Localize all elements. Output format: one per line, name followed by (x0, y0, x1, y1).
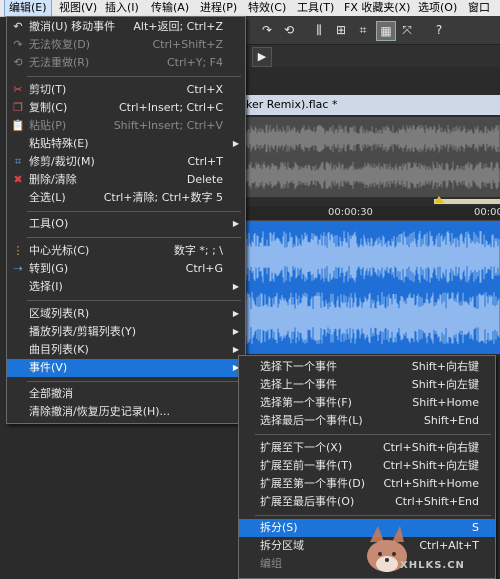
menu-tools[interactable]: 工具(T) (293, 0, 338, 16)
menu-edit[interactable]: 编辑(E) (4, 0, 52, 17)
submenu-arrow-icon: ▶ (232, 139, 239, 148)
redo-icon: ↷ (13, 38, 23, 51)
menu-item-clear-history[interactable]: 清除撤消/恢复历史记录(H)... (7, 403, 245, 421)
menu-window[interactable]: 窗口 (464, 0, 494, 16)
menu-item-events[interactable]: 事件(V) ▶ (7, 359, 245, 377)
menu-item-track-list[interactable]: 曲目列表(K) ▶ (7, 341, 245, 359)
submenu-arrow-icon: ▶ (232, 327, 239, 336)
menu-item-trim-crop[interactable]: ⌗ 修剪/裁切(M) Ctrl+T (7, 153, 245, 171)
paste-icon: 📋 (11, 119, 25, 132)
menu-separator (27, 237, 241, 238)
menu-separator (255, 515, 491, 516)
menu-separator (27, 381, 241, 382)
submenu-arrow-icon: ▶ (232, 282, 239, 291)
submenu-item-extend-prev[interactable]: 扩展至前一事件(T) Ctrl+Shift+向左键 (239, 457, 495, 475)
repeat-icon[interactable]: ⟲ (280, 21, 298, 39)
toolbar: ↷ ⟲ ⫼ ⊞ ⌗ ▦ ⤧ ? (244, 16, 500, 45)
overview-waveform (244, 117, 500, 197)
delete-icon: ✖ (13, 173, 23, 186)
submenu-item-extend-last[interactable]: 扩展至最后事件(O) Ctrl+Shift+End (239, 493, 495, 511)
scissors-icon: ✂ (13, 83, 23, 96)
menu-item-select-all[interactable]: 全选(L) Ctrl+清除; Ctrl+数字 5 (7, 189, 245, 207)
menu-item-cannot-restore[interactable]: ↷ 无法恢复(D) Ctrl+Shift+Z (7, 36, 245, 54)
menu-item-undo-all[interactable]: 全部撤消 (7, 385, 245, 403)
zoom-tool-icon[interactable]: ⊞ (332, 21, 350, 39)
copy-icon: ❐ (13, 101, 23, 114)
menu-item-goto[interactable]: ⇢ 转到(G) Ctrl+G (7, 260, 245, 278)
watermark-text: XHLKS.CN (400, 560, 465, 571)
menu-item-paste-special[interactable]: 粘贴特殊(E) ▶ (7, 135, 245, 153)
waveform-display[interactable] (244, 221, 500, 354)
menu-separator (255, 434, 491, 435)
transport-bar (244, 45, 500, 67)
menu-item-delete[interactable]: ✖ 删除/清除 Delete (7, 171, 245, 189)
menu-item-select[interactable]: 选择(I) ▶ (7, 278, 245, 296)
undo-icon: ↶ (13, 20, 23, 33)
submenu-item-select-first-event[interactable]: 选择第一个事件(F) Shift+Home (239, 394, 495, 412)
menu-item-tools[interactable]: 工具(O) ▶ (7, 215, 245, 233)
submenu-item-select-last-event[interactable]: 选择最后一个事件(L) Shift+End (239, 412, 495, 430)
menu-item-playlist[interactable]: 播放列表/剪辑列表(Y) ▶ (7, 323, 245, 341)
menu-item-copy[interactable]: ❐ 复制(C) Ctrl+Insert; Ctrl+C (7, 99, 245, 117)
redo-icon[interactable]: ↷ (258, 21, 276, 39)
ruler-label: 00:00:30 (328, 207, 373, 218)
submenu-item-select-prev-event[interactable]: 选择上一个事件 Shift+向左键 (239, 376, 495, 394)
play-icon[interactable]: ▶ (252, 47, 272, 67)
file-title: ker Remix).flac * (244, 95, 500, 115)
menu-item-paste[interactable]: 📋 粘贴(P) Shift+Insert; Ctrl+V (7, 117, 245, 135)
menu-effects[interactable]: 特效(C) (244, 0, 290, 16)
menu-fx-favorites[interactable]: FX 收藏夹(X) (340, 0, 414, 16)
split-tool-icon[interactable]: ⫼ (310, 21, 328, 39)
menu-item-cut[interactable]: ✂ 剪切(T) Ctrl+X (7, 81, 245, 99)
edit-menu: ↶ 撤消(U) 移动事件 Alt+返回; Ctrl+Z ↷ 无法恢复(D) Ct… (6, 16, 246, 424)
center-cursor-icon: ⋮ (12, 244, 24, 257)
menu-transport[interactable]: 传输(A) (147, 0, 193, 16)
help-icon[interactable]: ? (430, 21, 448, 39)
menu-separator (27, 76, 241, 77)
submenu-item-extend-next[interactable]: 扩展至下一个(X) Ctrl+Shift+向右键 (239, 439, 495, 457)
repeat-icon: ⟲ (13, 56, 23, 69)
submenu-item-extend-first[interactable]: 扩展至第一个事件(D) Ctrl+Shift+Home (239, 475, 495, 493)
menu-item-region-list[interactable]: 区域列表(R) ▶ (7, 305, 245, 323)
crop-tool-icon[interactable]: ⌗ (354, 21, 372, 39)
menu-item-undo[interactable]: ↶ 撤消(U) 移动事件 Alt+返回; Ctrl+Z (7, 18, 245, 36)
menu-options[interactable]: 选项(O) (414, 0, 461, 16)
menu-item-cannot-redo[interactable]: ⟲ 无法重做(R) Ctrl+Y; F4 (7, 54, 245, 72)
time-ruler[interactable]: 00:00:30 00:00 (244, 206, 500, 221)
menu-view[interactable]: 视图(V) (55, 0, 101, 16)
select-tool-icon[interactable]: ▦ (376, 21, 396, 41)
menu-process[interactable]: 进程(P) (196, 0, 241, 16)
loop-marker-icon[interactable] (434, 196, 444, 203)
menu-separator (27, 300, 241, 301)
submenu-arrow-icon: ▶ (232, 309, 239, 318)
cursor-tool-icon[interactable]: ⤧ (398, 21, 416, 39)
ruler-label: 00:00 (474, 207, 500, 218)
submenu-arrow-icon: ▶ (232, 219, 239, 228)
menu-item-center-cursor[interactable]: ⋮ 中心光标(C) 数字 *; ; \ (7, 242, 245, 260)
crop-icon: ⌗ (14, 155, 22, 168)
menu-separator (27, 211, 241, 212)
submenu-item-select-next-event[interactable]: 选择下一个事件 Shift+向右键 (239, 358, 495, 376)
menu-insert[interactable]: 插入(I) (101, 0, 143, 16)
menu-bar: 编辑(E) 视图(V) 插入(I) 传输(A) 进程(P) 特效(C) 工具(T… (0, 0, 500, 17)
goto-icon: ⇢ (13, 262, 23, 275)
